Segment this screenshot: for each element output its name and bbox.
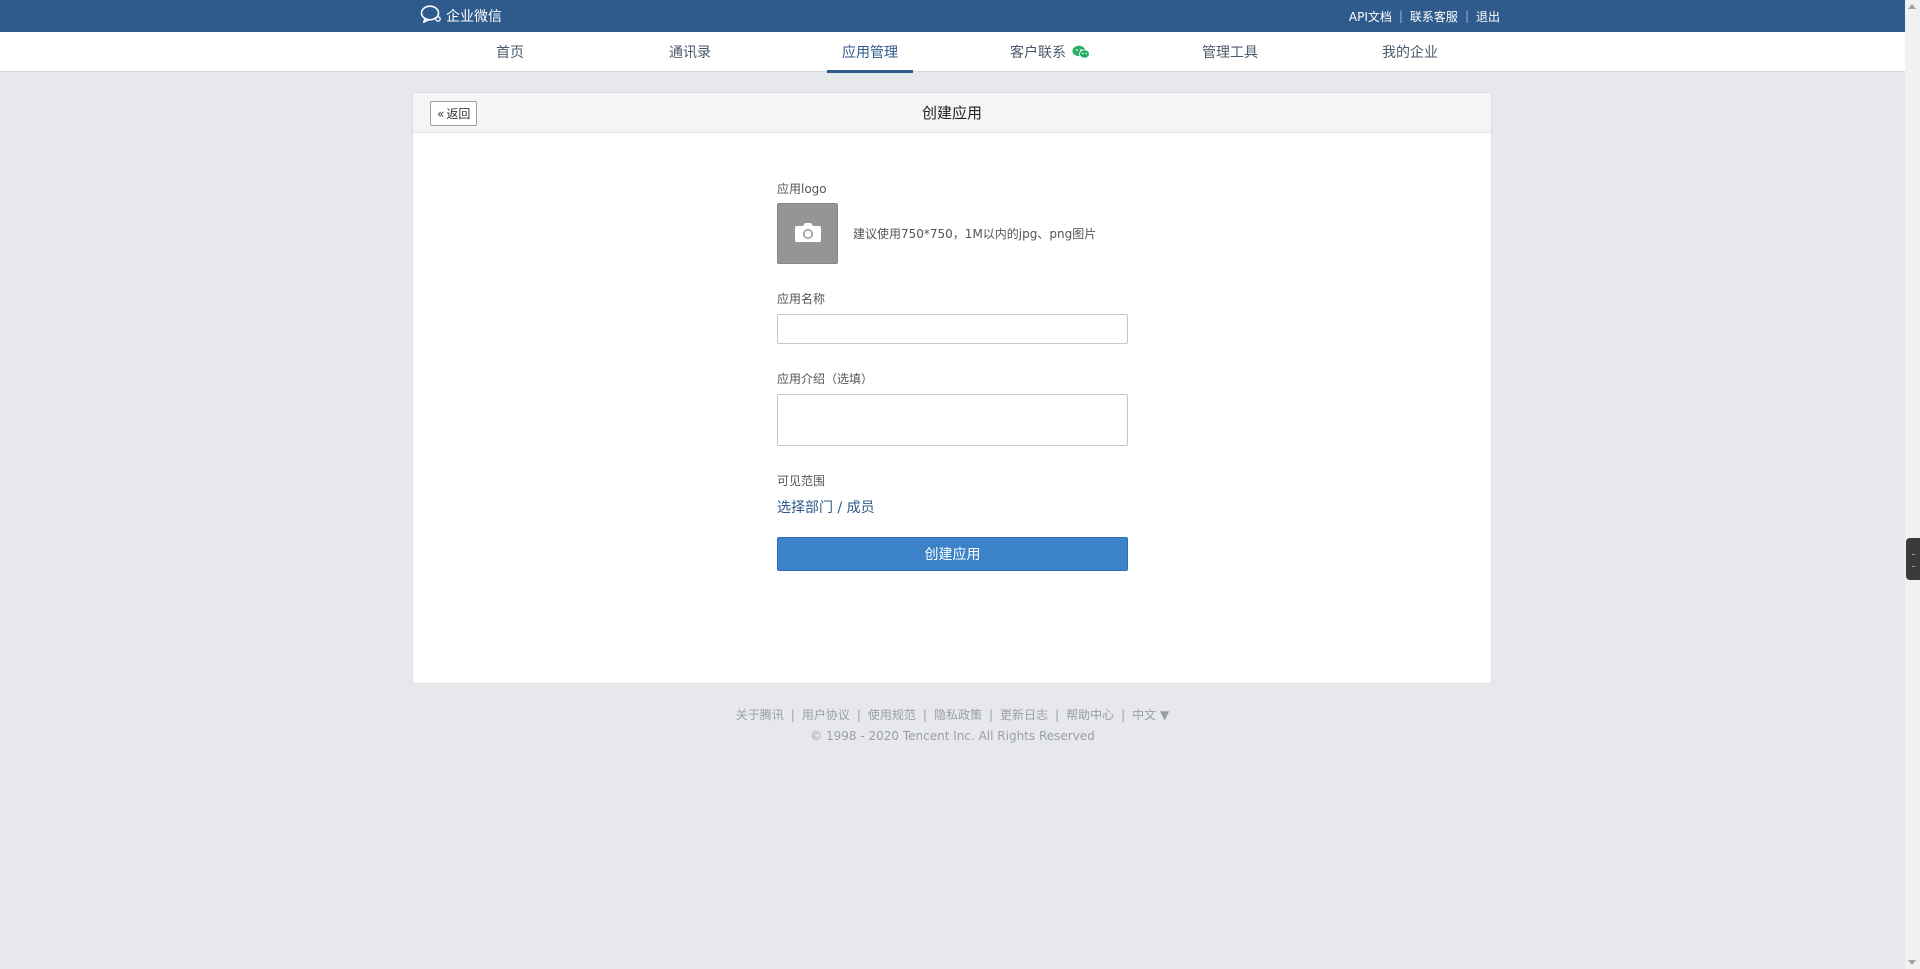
top-links: API文档 | 联系客服 | 退出 [1349,8,1500,25]
footer-links: 关于腾讯 | 用户协议 | 使用规范 | 隐私政策 | 更新日志 | 帮助中心 … [0,706,1905,723]
divider: | [1398,9,1403,23]
page-title: 创建应用 [921,104,982,122]
footer-about-link[interactable]: 关于腾讯 [736,706,784,723]
scroll-down-arrow-icon[interactable] [1908,960,1916,965]
nav-my-company-label: 我的企业 [1382,45,1438,61]
divider: | [856,707,861,722]
top-bar: 企业微信 API文档 | 联系客服 | 退出 [0,0,1920,32]
footer-help-link[interactable]: 帮助中心 [1066,706,1114,723]
divider: | [790,707,795,722]
logo-upload-row: 建议使用750*750，1M以内的jpg、png图片 [777,203,1129,264]
nav-app-management-label: 应用管理 [842,45,898,61]
wechat-icon [1072,45,1090,59]
back-button-label: 返回 [446,107,471,121]
create-app-panel: « 返回 创建应用 应用logo 建议使用750*750，1M以内的jpg、pn… [412,92,1492,684]
double-chevron-left-icon: « [437,106,445,121]
nav-home-label: 首页 [496,45,524,61]
nav-home[interactable]: 首页 [420,32,600,72]
logo-hint-text: 建议使用750*750，1M以内的jpg、png图片 [853,227,1097,241]
create-app-button[interactable]: 创建应用 [777,537,1128,571]
app-intro-textarea[interactable] [777,394,1128,446]
visibility-label: 可见范围 [777,474,826,488]
app-name-group: 应用名称 [777,290,1129,344]
nav-admin-tools-label: 管理工具 [1202,45,1258,61]
panel-header: « 返回 创建应用 [413,93,1491,133]
select-dept-members-link[interactable]: 选择部门 / 成员 [777,497,1129,517]
camera-icon [794,221,822,247]
back-button[interactable]: « 返回 [430,101,478,126]
footer-privacy-link[interactable]: 隐私政策 [934,706,982,723]
logo-upload-button[interactable] [777,203,838,264]
brand-name: 企业微信 [446,9,502,25]
grip-line [1912,554,1915,555]
nav-contacts[interactable]: 通讯录 [600,32,780,72]
scroll-up-arrow-icon[interactable] [1908,4,1916,9]
main-nav: 首页 通讯录 应用管理 客户联系 管理工具 我的企业 [0,32,1920,73]
copyright-text: © 1998 - 2020 Tencent Inc. All Rights Re… [810,729,1095,743]
app-intro-label: 应用介绍（选填） [777,372,874,386]
nav-customer-contact[interactable]: 客户联系 [960,32,1140,72]
nav-app-management[interactable]: 应用管理 [780,32,960,73]
brand-logo[interactable]: 企业微信 [420,5,502,27]
api-docs-link[interactable]: API文档 [1349,8,1392,25]
app-logo-label: 应用logo [777,182,827,196]
language-select[interactable]: 中文 ▼ [1132,706,1169,723]
footer-user-agreement-link[interactable]: 用户协议 [802,706,850,723]
footer: 关于腾讯 | 用户协议 | 使用规范 | 隐私政策 | 更新日志 | 帮助中心 … [0,706,1905,744]
nav-customer-contact-label: 客户联系 [1010,45,1066,61]
contact-support-link[interactable]: 联系客服 [1410,8,1458,25]
create-app-form: 应用logo 建议使用750*750，1M以内的jpg、png图片 应用名称 应… [777,180,1129,571]
divider: | [988,707,994,722]
nav-admin-tools[interactable]: 管理工具 [1140,32,1320,72]
divider: | [922,707,927,722]
wecom-logo-icon [420,5,446,27]
page-scrollbar[interactable] [1905,0,1920,969]
footer-usage-rules-link[interactable]: 使用规范 [868,706,916,723]
nav-contacts-label: 通讯录 [669,45,711,61]
logout-link[interactable]: 退出 [1476,8,1500,25]
grip-line [1912,566,1915,567]
footer-changelog-link[interactable]: 更新日志 [1000,706,1048,723]
app-name-label: 应用名称 [777,292,826,306]
app-name-input[interactable] [777,314,1128,344]
divider: | [1121,707,1126,722]
side-panel-handle[interactable] [1906,538,1920,580]
divider: | [1464,9,1469,23]
visibility-group: 可见范围 选择部门 / 成员 [777,472,1129,517]
app-intro-group: 应用介绍（选填） [777,370,1129,446]
divider: | [1055,707,1060,722]
nav-my-company[interactable]: 我的企业 [1320,32,1500,72]
